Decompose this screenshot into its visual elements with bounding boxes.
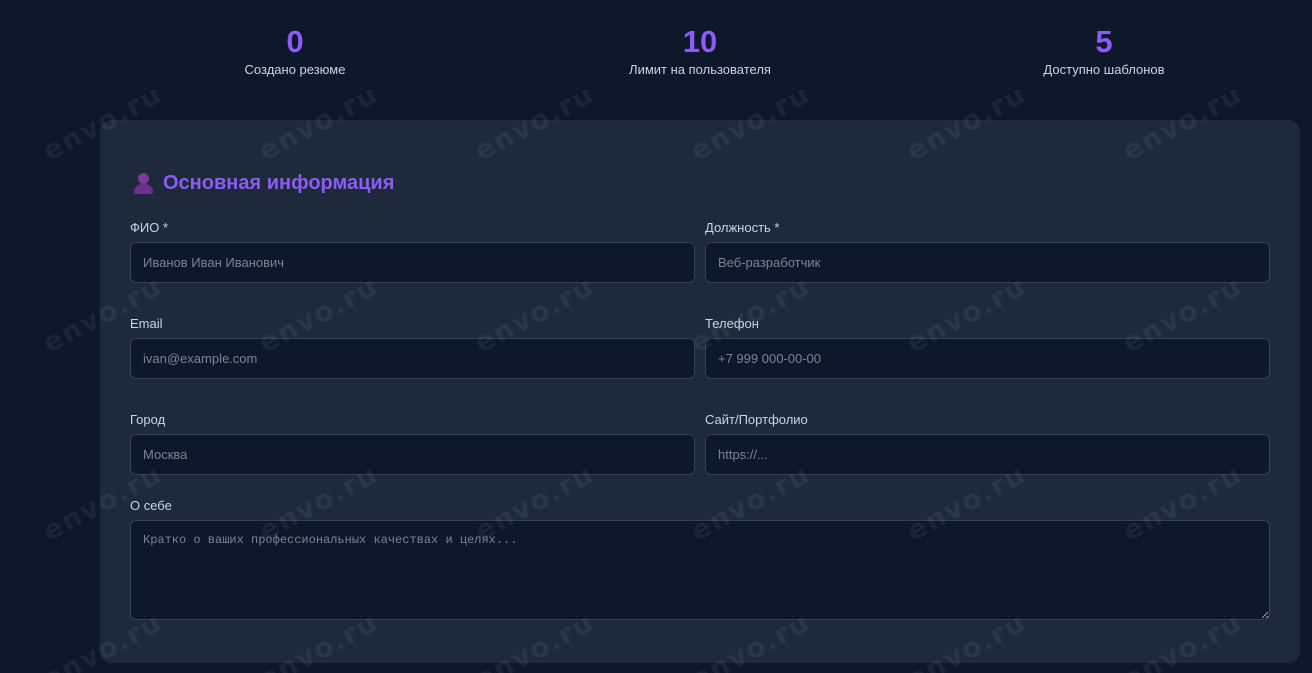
website-input[interactable] [705,434,1270,475]
position-label: Должность * [705,220,780,235]
city-input[interactable] [130,434,695,475]
email-input[interactable] [130,338,695,379]
position-field: Должность * [705,220,1270,283]
basic-info-card: Основная информация ФИО * Должность * Em… [100,120,1300,663]
website-field: Сайт/Портфолио [705,412,1270,475]
page: 0 Создано резюме 10 Лимит на пользовател… [0,0,1312,673]
about-field: О себе [130,498,1270,625]
position-input[interactable] [705,242,1270,283]
person-icon [133,172,153,195]
stat-value: 5 [1095,24,1113,59]
about-label: О себе [130,498,172,513]
email-field: Email [130,316,695,379]
website-label: Сайт/Портфолио [705,412,808,427]
phone-label: Телефон [705,316,759,331]
stat-label: Лимит на пользователя [629,62,771,77]
stat-user-limit: 10 Лимит на пользователя [600,24,800,78]
city-field: Город [130,412,695,475]
stat-templates-available: 5 Доступно шаблонов [1004,24,1204,78]
stat-label: Доступно шаблонов [1043,62,1165,77]
stat-label: Создано резюме [244,62,346,77]
full-name-label: ФИО * [130,220,169,235]
section-title: Основная информация [163,172,395,194]
stat-value: 0 [286,24,304,59]
about-textarea[interactable] [130,520,1270,620]
stat-resumes-created: 0 Создано резюме [195,24,395,78]
city-label: Город [130,412,166,427]
stats-bar: 0 Создано резюме 10 Лимит на пользовател… [0,24,1312,84]
phone-input[interactable] [705,338,1270,379]
email-label: Email [130,316,163,331]
full-name-input[interactable] [130,242,695,283]
section-header: Основная информация [133,172,394,195]
stat-value: 10 [682,24,718,59]
full-name-field: ФИО * [130,220,695,283]
phone-field: Телефон [705,316,1270,379]
